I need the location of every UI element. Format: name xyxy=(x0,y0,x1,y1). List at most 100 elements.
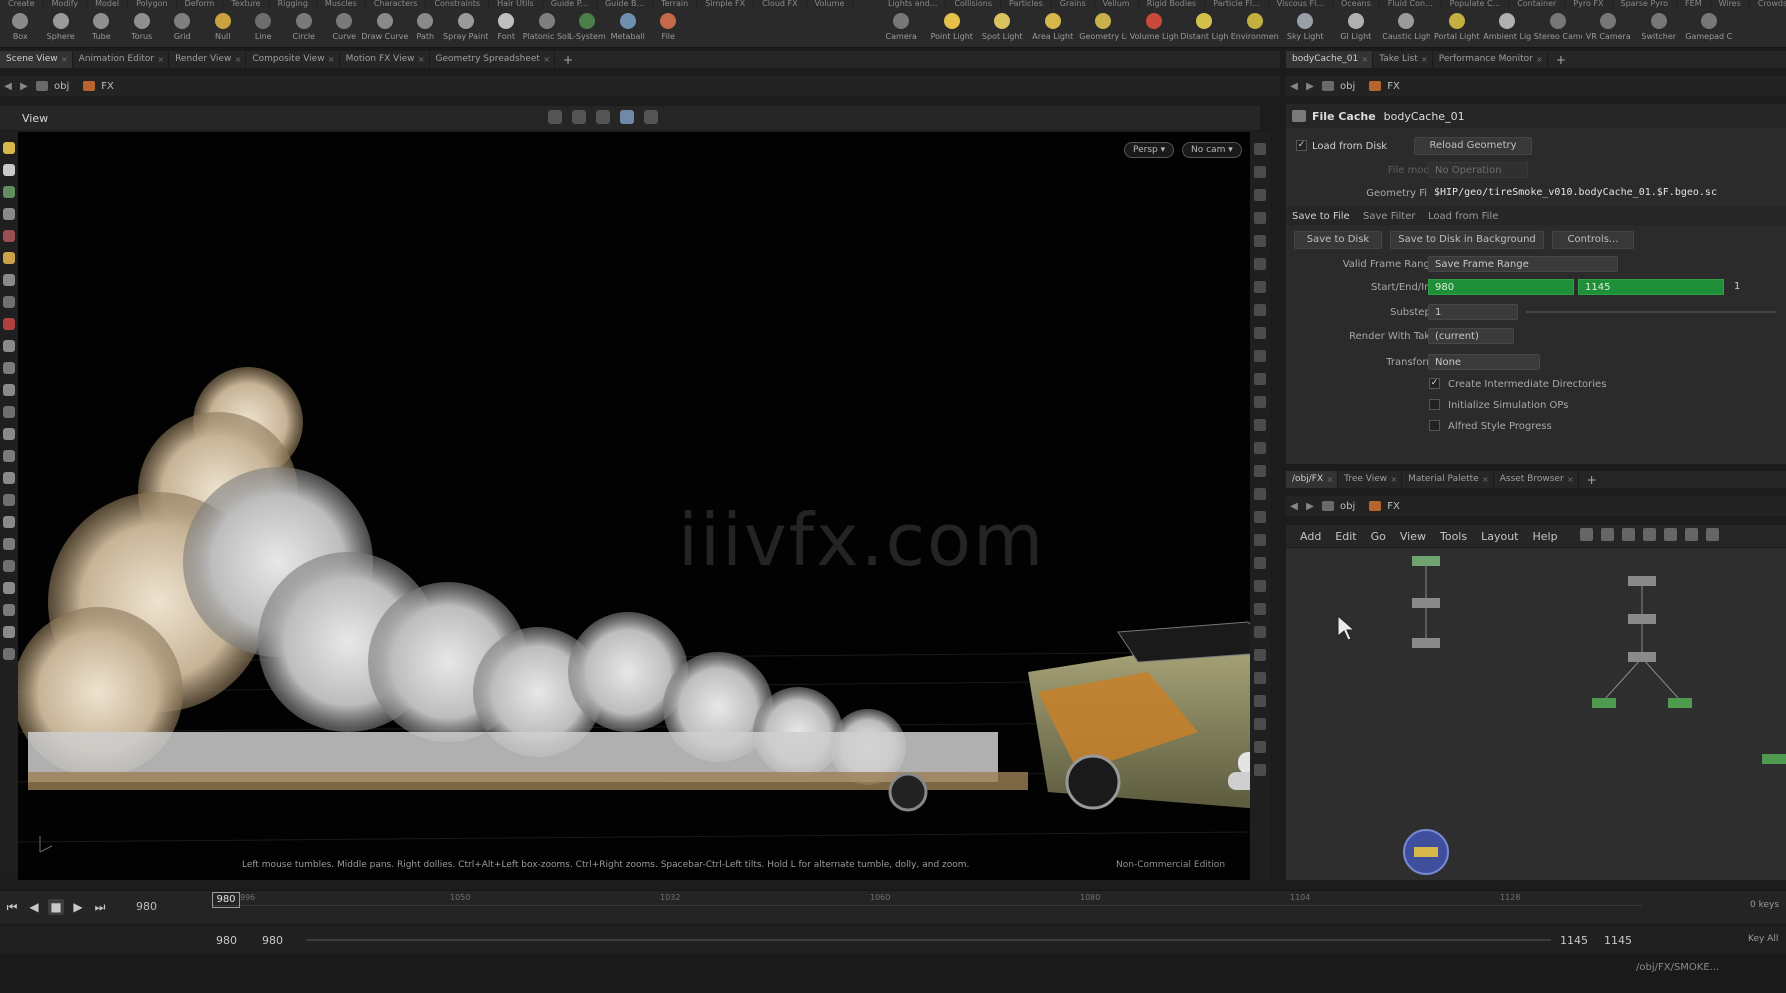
shelf-tab[interactable]: Populate C... xyxy=(1442,0,1510,9)
path-fx[interactable]: FX xyxy=(1365,501,1410,512)
timeline-ruler[interactable]: 996 1050 1032 1060 1080 1104 1128 xyxy=(212,891,1642,921)
display-option-icon[interactable] xyxy=(1254,350,1266,362)
tool-gi-light[interactable]: GI Light xyxy=(1331,11,1382,47)
tool-icon[interactable] xyxy=(3,560,15,572)
substeps-slider[interactable] xyxy=(1526,311,1776,313)
key-all-button[interactable]: Key All xyxy=(1748,934,1778,944)
display-option-icon[interactable] xyxy=(1254,304,1266,316)
tool-icon[interactable] xyxy=(3,296,15,308)
substeps-field[interactable]: 1 xyxy=(1428,304,1518,320)
node[interactable] xyxy=(1628,576,1656,586)
tool-tube[interactable]: Tube xyxy=(81,11,122,47)
alfred-checkbox[interactable] xyxy=(1429,420,1440,431)
tab-save-filter[interactable]: Save Filter xyxy=(1363,211,1416,222)
shelf-tab[interactable]: Fluid Con... xyxy=(1380,0,1442,9)
shelf-tab[interactable]: Rigging xyxy=(270,0,317,9)
tab-scene-view[interactable]: Scene View × xyxy=(0,51,73,68)
wire-icon[interactable] xyxy=(644,110,658,124)
transform-menu[interactable]: None xyxy=(1428,354,1540,370)
save-to-disk-button[interactable]: Save to Disk xyxy=(1294,231,1382,249)
tool-gamepad-camera[interactable]: Gamepad Camera xyxy=(1684,11,1735,47)
node[interactable] xyxy=(1628,614,1656,624)
tool-icon[interactable] xyxy=(3,494,15,506)
tool-point-light[interactable]: Point Light xyxy=(927,11,978,47)
display-option-icon[interactable] xyxy=(1254,212,1266,224)
add-tab-icon[interactable]: + xyxy=(1579,473,1605,487)
shelf-tab[interactable]: Particles xyxy=(1001,0,1052,9)
shelf-tab[interactable]: Terrain xyxy=(653,0,698,9)
valid-range-menu[interactable]: Save Frame Range xyxy=(1428,256,1618,272)
display-option-icon[interactable] xyxy=(1254,741,1266,753)
menu-tools[interactable]: Tools xyxy=(1440,530,1467,543)
tree-icon[interactable] xyxy=(1601,528,1614,541)
shelf-tab[interactable]: Muscles xyxy=(317,0,366,9)
tool-icon[interactable] xyxy=(3,142,15,154)
shelf-tab[interactable]: Grains xyxy=(1052,0,1095,9)
pose-icon[interactable] xyxy=(572,110,586,124)
close-icon[interactable]: × xyxy=(543,51,550,68)
shelf-tab[interactable]: Cloud FX xyxy=(754,0,807,9)
node[interactable] xyxy=(1412,638,1440,648)
tool-font[interactable]: Font xyxy=(486,11,527,47)
display-option-icon[interactable] xyxy=(1254,235,1266,247)
back-icon[interactable]: ◀ xyxy=(1286,81,1302,92)
tool-curve[interactable]: Curve xyxy=(324,11,365,47)
tool-metaball[interactable]: Metaball xyxy=(608,11,649,47)
menu-help[interactable]: Help xyxy=(1533,530,1558,543)
tool-icon[interactable] xyxy=(3,318,15,330)
tool-switcher[interactable]: Switcher xyxy=(1634,11,1685,47)
tool-ambient-light[interactable]: Ambient Light xyxy=(1482,11,1533,47)
inc-field[interactable]: 1 xyxy=(1728,279,1784,295)
display-option-icon[interactable] xyxy=(1254,695,1266,707)
tool-icon[interactable] xyxy=(3,516,15,528)
tool-spot-light[interactable]: Spot Light xyxy=(977,11,1028,47)
controls-button[interactable]: Controls... xyxy=(1552,231,1634,249)
tab-performance-monitor[interactable]: Performance Monitor × xyxy=(1433,51,1548,68)
tool-null[interactable]: Null xyxy=(203,11,244,47)
tab-material-palette[interactable]: Material Palette × xyxy=(1402,471,1494,488)
display-option-icon[interactable] xyxy=(1254,626,1266,638)
close-icon[interactable]: × xyxy=(1362,51,1369,68)
menu-layout[interactable]: Layout xyxy=(1481,530,1518,543)
range-start-field[interactable]: 980 xyxy=(216,934,237,947)
render-take-menu[interactable]: (current) xyxy=(1428,328,1514,344)
list-icon[interactable] xyxy=(1622,528,1635,541)
display-option-icon[interactable] xyxy=(1254,649,1266,661)
display-option-icon[interactable] xyxy=(1254,189,1266,201)
close-icon[interactable]: × xyxy=(1421,51,1428,68)
playback-start-field[interactable]: 980 xyxy=(262,934,283,947)
tool-icon[interactable] xyxy=(3,406,15,418)
display-option-icon[interactable] xyxy=(1254,718,1266,730)
shelf-tab[interactable]: Create xyxy=(0,0,44,9)
shelf-tab[interactable]: Wires xyxy=(1711,0,1750,9)
tool-icon[interactable] xyxy=(3,208,15,220)
scene-viewport[interactable]: iiivfx.com Persp ▾ No cam ▾ Left mouse t… xyxy=(18,132,1250,880)
display-option-icon[interactable] xyxy=(1254,373,1266,385)
node[interactable] xyxy=(1592,698,1616,708)
tool-environment-light[interactable]: Environment Light xyxy=(1230,11,1281,47)
perspective-menu[interactable]: Persp ▾ xyxy=(1124,142,1175,158)
tool-line[interactable]: Line xyxy=(243,11,284,47)
display-option-icon[interactable] xyxy=(1254,281,1266,293)
tool-camera[interactable]: Camera xyxy=(876,11,927,47)
menu-edit[interactable]: Edit xyxy=(1335,530,1356,543)
shelf-tab[interactable]: Volume xyxy=(807,0,854,9)
tool-caustic-light[interactable]: Caustic Light xyxy=(1381,11,1432,47)
shelf-tab[interactable]: Simple FX xyxy=(697,0,755,9)
play-reverse-icon[interactable]: ◀ xyxy=(26,899,42,915)
display-icon[interactable] xyxy=(620,110,634,124)
display-option-icon[interactable] xyxy=(1254,511,1266,523)
shelf-tab[interactable]: Sparse Pyro xyxy=(1613,0,1678,9)
tool-icon[interactable] xyxy=(3,164,15,176)
tool-grid[interactable]: Grid xyxy=(162,11,203,47)
panel-icon[interactable] xyxy=(1685,528,1698,541)
forward-icon[interactable]: ▶ xyxy=(16,81,32,92)
node[interactable] xyxy=(1414,847,1438,857)
tool-torus[interactable]: Torus xyxy=(122,11,163,47)
shelf-tab[interactable]: Model xyxy=(87,0,129,9)
shelf-tab[interactable]: Particle Fl... xyxy=(1205,0,1269,9)
close-icon[interactable]: × xyxy=(1536,51,1543,68)
shelf-tab[interactable]: Polygon xyxy=(128,0,177,9)
file-mode-menu[interactable]: No Operation xyxy=(1428,162,1528,178)
tab-load-from-file[interactable]: Load from File xyxy=(1428,211,1498,222)
